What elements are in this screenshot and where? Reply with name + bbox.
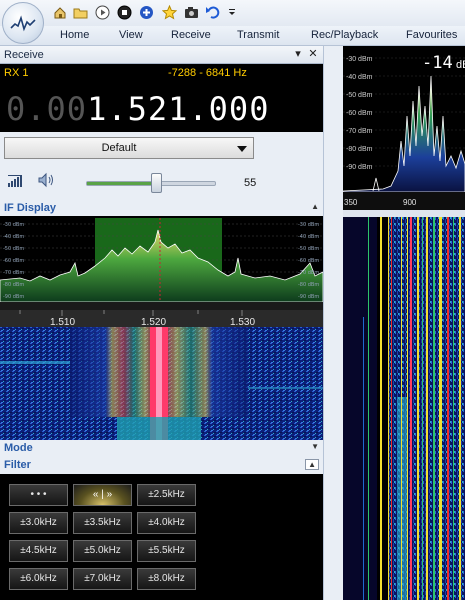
filter-8-0khz-button[interactable]: ±8.0kHz [137,568,196,590]
main-spectrum-plot[interactable]: -30 dBm -40 dBm -50 dBm -60 dBm -70 dBm … [343,46,465,210]
filter-6-0khz-button[interactable]: ±6.0kHz [9,568,68,590]
main-db-label: -80 dBm [346,146,373,153]
if-db-label-left: -90 dBm [3,294,24,300]
tab-receive[interactable]: Receive [171,29,211,41]
rx-info-row: RX 1 -7288 - 6841 Hz [0,64,323,80]
collapse-icon[interactable]: ▲ [311,202,319,211]
if-display-title: IF Display [4,202,56,214]
if-db-label-right: -60 dBm [298,258,319,264]
main-freq-tick: 900 [403,198,417,207]
preset-select[interactable]: Default [4,137,254,159]
filter-7-0khz-button[interactable]: ±7.0kHz [73,568,132,590]
undo-icon[interactable] [205,4,221,20]
panel-splitter[interactable] [323,46,343,600]
rx-label: RX 1 [4,67,29,79]
main-db-label: -60 dBm [346,110,373,117]
camera-icon[interactable] [183,4,199,20]
filter-options-button[interactable]: • • • [9,484,68,506]
if-db-label-left: -70 dBm [3,270,24,276]
if-db-label-left: -30 dBm [3,222,24,228]
main-db-label: -30 dBm [346,56,373,63]
tab-rec-playback[interactable]: Rec/Playback [311,29,378,41]
app-logo-icon [10,15,36,32]
receive-panel-header: Receive ▾ ✕ [0,46,323,64]
filter-button-grid: • • • « | » ±2.5kHz ±3.0kHz ±3.5kHz ±4.0… [0,474,323,600]
volume-value: 55 [244,177,257,189]
close-icon[interactable]: ✕ [306,47,320,61]
filter-custom-button[interactable]: « | » [73,484,132,506]
filter-5-0khz-button[interactable]: ±5.0kHz [73,540,132,562]
filter-4-0khz-button[interactable]: ±4.0kHz [137,512,196,534]
if-db-label-right: -40 dBm [298,234,319,240]
ribbon-tab-bar: Home View Receive Transmit Rec/Playback … [0,26,465,46]
frequency-display[interactable]: 0.001.521.000 [6,90,269,128]
frequency-leading-digits: 0.00 [6,90,88,128]
stop-icon[interactable] [116,4,132,20]
spectrum-waterfall-splitter[interactable] [343,210,465,217]
panel-menu-icon[interactable]: ▾ [291,47,305,61]
quick-access-toolbar [0,0,465,44]
if-db-label-left: -50 dBm [3,246,24,252]
if-db-label-left: -40 dBm [3,234,24,240]
frequency-digits: 1.521.000 [87,90,270,128]
if-db-label-right: -70 dBm [298,270,319,276]
tab-transmit[interactable]: Transmit [237,29,279,41]
speaker-icon[interactable] [38,172,56,188]
mode-title: Mode [4,442,33,454]
volume-slider-thumb[interactable] [151,173,162,193]
mode-header[interactable]: Mode ▼ [0,440,323,456]
main-waterfall[interactable] [343,217,465,600]
chevron-down-icon [237,146,247,152]
filter-5-5khz-button[interactable]: ±5.5kHz [137,540,196,562]
expand-icon[interactable]: ▼ [311,442,319,451]
add-icon[interactable] [138,4,154,20]
if-db-label-right: -30 dBm [298,222,319,228]
mode-filter-headers: Mode ▼ Filter ▲ [0,440,323,474]
receive-panel-title: Receive [4,49,44,61]
application-menu-button[interactable] [2,2,44,44]
main-freq-tick: 350 [344,198,358,207]
tab-favourites[interactable]: Favourites [406,29,457,41]
main-db-label: -90 dBm [346,164,373,171]
signal-level-readout: -14 [422,53,453,73]
main-db-label: -70 dBm [346,128,373,135]
if-db-label-left: -80 dBm [3,282,24,288]
if-db-label-left: -60 dBm [3,258,24,264]
signal-meter-icon[interactable] [8,175,24,187]
demodulator-controls: Default 55 [0,132,323,200]
if-db-label-right: -80 dBm [298,282,319,288]
if-display-header[interactable]: IF Display ▲ [0,200,323,216]
tab-home[interactable]: Home [60,29,89,41]
filter-4-5khz-button[interactable]: ±4.5kHz [9,540,68,562]
main-db-label: -50 dBm [346,92,373,99]
receive-panel: Receive ▾ ✕ RX 1 -7288 - 6841 Hz 0.001.5… [0,46,323,600]
filter-2-5khz-button[interactable]: ±2.5kHz [137,484,196,506]
play-icon[interactable] [94,4,110,20]
volume-slider-fill [87,182,157,185]
main-db-label: -40 dBm [346,74,373,81]
filter-header[interactable]: Filter ▲ [0,457,323,473]
favourite-star-icon[interactable] [161,4,177,20]
if-db-label-right: -90 dBm [298,294,319,300]
sdr-app-window: Home View Receive Transmit Rec/Playback … [0,0,465,600]
preset-value: Default [101,142,137,154]
if-waterfall[interactable] [0,327,323,440]
tab-view[interactable]: View [119,29,143,41]
collapse-icon[interactable]: ▲ [305,459,319,470]
rx-range: -7288 - 6841 Hz [168,67,247,79]
home-icon[interactable] [52,4,68,20]
if-db-label-right: -50 dBm [298,246,319,252]
filter-3-5khz-button[interactable]: ±3.5kHz [73,512,132,534]
signal-level-unit: dB [456,59,465,71]
folder-icon[interactable] [72,4,88,20]
filter-3-0khz-button[interactable]: ±3.0kHz [9,512,68,534]
dropdown-icon[interactable] [224,4,240,20]
filter-title: Filter [4,459,31,471]
